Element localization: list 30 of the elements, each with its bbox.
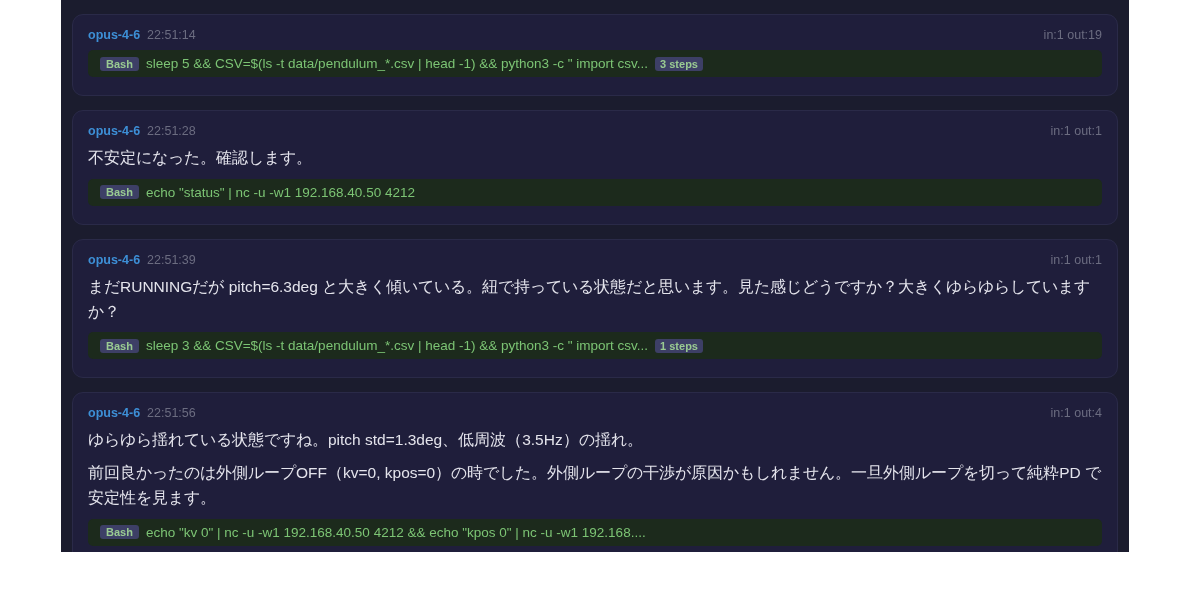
tool-tag: Bash [100, 185, 139, 200]
token-count: in:1 out:19 [1043, 28, 1102, 42]
command-text: echo "status" | nc -u -w1 192.168.40.50 4212 [145, 184, 415, 200]
model-name: opus-4-6 [88, 406, 141, 421]
tool-tag: Bash [100, 338, 139, 353]
timestamp: 22:51:56 [147, 406, 196, 421]
tool-call-bar[interactable]: Bash echo "status" | nc -u -w1 192.168.40.50 4212 [88, 178, 1102, 206]
tool-tag: Bash [100, 56, 139, 71]
steps-tag: 3 steps [655, 56, 703, 71]
message-text: ゆらゆら揺れている状態ですね。pitch std=1.3deg、低周波（3.5Hz）の揺れ。 [88, 430, 644, 451]
tool-tag: Bash [100, 525, 139, 540]
command-text: echo "kv 0" | nc -u -w1 192.168.40.50 4212 && echo "kpos 0" | nc -u -w1 192.168.... [145, 524, 646, 540]
timestamp: 22:51:28 [147, 124, 196, 138]
command-text: sleep 3 && CSV=$(ls -t data/pendulum_*.csv | head -1) && python3 -c " import csv... [145, 338, 649, 354]
tool-call-bar[interactable]: Bash sleep 3 && CSV=$(ls -t data/pendulum_*.csv | head -1) && python3 -c " import csv... 1 steps [88, 332, 1102, 360]
command-text: sleep 5 && CSV=$(ls -t data/pendulum_*.csv | head -1) && python3 -c " import csv... [145, 56, 649, 71]
timestamp: 22:51:39 [147, 252, 196, 267]
message-text: まだRUNNINGだが pitch=6.3deg と大きく傾いている。紐で持っている状態だと思います。見た感じどうですか？大きくゆらゆらしていますか？ [88, 276, 1092, 322]
tool-call-bar[interactable]: Bash echo "kv 0" | nc -u -w1 192.168.40.50 4212 && echo "kpos 0" | nc -u -w1 192.168.... [88, 518, 1102, 546]
timestamp: 22:51:14 [147, 28, 196, 42]
model-name: opus-4-6 [88, 28, 141, 42]
message-text: 前回良かったのは外側ループOFF（kv=0, kpos=0）の時でした。外側ループの干渉が原因かもしれません。一旦外側ループを切って純粋PD で安定性を見ます。 [88, 463, 1102, 508]
model-name: opus-4-6 [88, 124, 141, 138]
tool-call-bar[interactable]: Bash sleep 5 && CSV=$(ls -t data/pendulum_*.csv | head -1) && python3 -c " import csv... 3 steps [88, 50, 1102, 77]
token-count: in:1 out:1 [1050, 124, 1102, 138]
token-count: in:1 out:1 [1050, 252, 1102, 267]
model-name: opus-4-6 [88, 252, 141, 267]
message-text: 不安定になった。確認します。 [88, 148, 313, 168]
token-count: in:1 out:4 [1050, 406, 1102, 421]
steps-tag: 1 steps [655, 338, 703, 353]
